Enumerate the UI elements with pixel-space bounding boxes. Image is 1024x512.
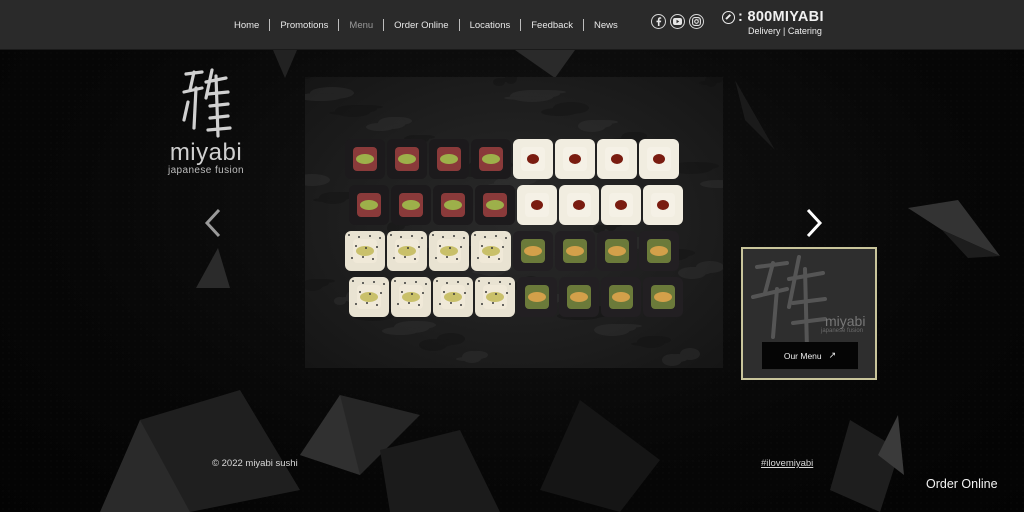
sushi-roll [471,139,511,179]
sushi-roll [639,231,679,271]
decorative-shard [878,415,904,475]
decorative-shard [908,200,1000,258]
sushi-roll [433,185,473,225]
decorative-shard [196,248,230,288]
sushi-roll [475,185,515,225]
miyabi-kanji-logo [182,68,232,138]
social-links [651,14,704,29]
nav-item-menu[interactable]: Menu [339,20,383,31]
decorative-shard [273,50,297,78]
nav-item-home[interactable]: Home [224,20,269,31]
contact-phone[interactable]: : 800MIYABI Delivery | Catering [722,9,832,36]
site-logo[interactable]: miyabi japanese fusion [160,68,252,177]
sushi-roll [643,185,683,225]
sushi-roll [387,231,427,271]
phone-icon [722,10,735,24]
nav-item-promotions[interactable]: Promotions [270,20,338,31]
hashtag-link[interactable]: #ilovemiyabi [761,458,813,469]
external-arrow-icon: ↗ [828,350,837,360]
sushi-roll [345,231,385,271]
logo-tagline: japanese fusion [167,165,245,176]
our-menu-label: Our Menu [783,350,822,361]
decorative-shard [515,50,575,78]
phone-number: : 800MIYABI [738,9,824,25]
sushi-roll [601,185,641,225]
sushi-roll [475,277,515,317]
sushi-roll [349,185,389,225]
sushi-roll [471,231,511,271]
decorative-shard [540,400,660,512]
sushi-roll [349,277,389,317]
decorative-shard [380,430,500,512]
nav-item-feedback[interactable]: Feedback [521,20,583,31]
logo-wordmark: miyabi [169,139,243,166]
sushi-roll [433,277,473,317]
sushi-roll [513,139,553,179]
sushi-roll [597,139,637,179]
our-menu-button[interactable]: Our Menu ↗ [762,342,858,369]
nav-item-news[interactable]: News [584,20,628,31]
sushi-roll [601,277,641,317]
sushi-roll [555,231,595,271]
sushi-roll [429,139,469,179]
sushi-roll [639,139,679,179]
slider-prev-arrow[interactable] [203,208,223,238]
floating-order-online-button[interactable]: Order Online [926,477,998,491]
delivery-catering-label: Delivery | Catering [748,26,822,36]
sushi-roll [387,139,427,179]
hero-slide-image [305,77,723,368]
decorative-shard [100,390,300,512]
sushi-roll [643,277,683,317]
sushi-roll [391,185,431,225]
facebook-icon[interactable] [651,14,666,29]
nav-item-locations[interactable]: Locations [460,20,521,31]
sushi-roll [555,139,595,179]
top-navigation-bar: Home Promotions Menu Order Online Locations F… [0,0,1024,50]
main-nav: Home Promotions Menu Order Online Locations F… [224,17,628,33]
decorative-shard [735,80,775,150]
youtube-icon[interactable] [670,14,685,29]
sushi-roll [597,231,637,271]
sushi-roll [513,231,553,271]
sushi-roll [559,277,599,317]
slider-next-arrow[interactable] [804,208,824,238]
menu-card-logo-tag: japanese fusion [821,328,864,334]
instagram-icon[interactable] [689,14,704,29]
sushi-roll [345,139,385,179]
menu-card-logo-name: miyabi [825,313,866,329]
nav-item-order-online[interactable]: Order Online [384,20,458,31]
sushi-roll [517,185,557,225]
copyright-text: © 2022 miyabi sushi [212,458,298,469]
sushi-roll [559,185,599,225]
sushi-roll [429,231,469,271]
sushi-roll [391,277,431,317]
our-menu-card[interactable]: miyabi japanese fusion Our Menu ↗ [741,247,877,380]
sushi-roll [517,277,557,317]
